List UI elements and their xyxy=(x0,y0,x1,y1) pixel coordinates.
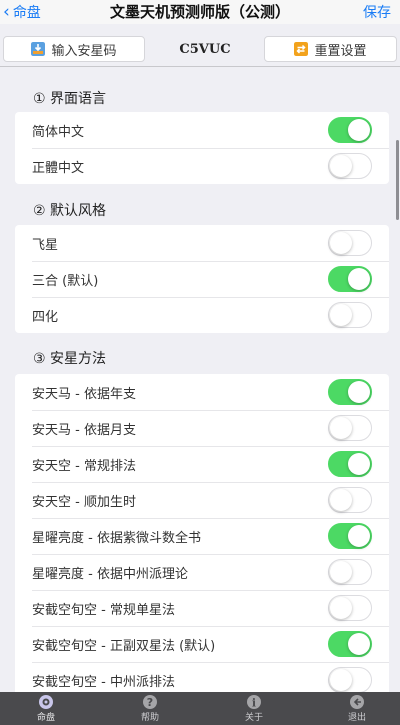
exit-icon xyxy=(350,695,364,709)
reset-settings-label: 重置设置 xyxy=(314,43,367,59)
setting-row[interactable]: 正體中文 xyxy=(15,148,389,184)
setting-row[interactable]: 星曜亮度 - 依据中州派理论 xyxy=(15,554,389,590)
toggle-switch[interactable] xyxy=(328,595,372,621)
toggle-switch[interactable] xyxy=(328,230,372,256)
tab-label: 帮助 xyxy=(140,713,159,723)
toggle-switch[interactable] xyxy=(328,451,372,477)
section-header-star-method: ③ 安星方法 xyxy=(33,351,107,367)
tab-label: 退出 xyxy=(347,713,366,723)
toggle-switch[interactable] xyxy=(328,631,372,657)
setting-row[interactable]: 安天空 - 顺加生时 xyxy=(15,482,389,518)
toggle-switch[interactable] xyxy=(328,117,372,143)
chart-icon xyxy=(39,695,53,709)
save-button[interactable]: 保存 xyxy=(363,2,400,22)
tab-exit[interactable]: 退出 xyxy=(333,692,381,725)
setting-label: 四化 xyxy=(32,309,59,325)
setting-row[interactable]: 三合 (默认) xyxy=(15,261,389,297)
scrollbar[interactable] xyxy=(396,140,399,220)
setting-row[interactable]: 安天空 - 常规排法 xyxy=(15,446,389,482)
setting-row[interactable]: 安截空旬空 - 正副双星法 (默认) xyxy=(15,626,389,662)
settings-list[interactable]: ① 界面语言 简体中文 正體中文 ② 默认风格 飞星 三合 (默认) 四化 ③ … xyxy=(0,68,400,692)
navigation-bar: ‹ 命盘 文墨天机预测师版（公测） 保存 xyxy=(0,0,400,24)
tab-help[interactable]: ? 帮助 xyxy=(126,692,174,725)
input-code-button[interactable]: 输入安星码 xyxy=(3,36,145,62)
toggle-switch[interactable] xyxy=(328,523,372,549)
tab-chart[interactable]: 命盘 xyxy=(22,692,70,725)
reset-settings-button[interactable]: 重置设置 xyxy=(264,36,397,62)
section-header-language: ① 界面语言 xyxy=(33,91,107,107)
chevron-left-icon: ‹ xyxy=(3,1,10,22)
setting-label: 简体中文 xyxy=(32,124,85,140)
setting-label: 三合 (默认) xyxy=(32,273,99,289)
setting-row[interactable]: 四化 xyxy=(15,297,389,333)
setting-row[interactable]: 安天马 - 依据年支 xyxy=(15,374,389,410)
setting-label: 飞星 xyxy=(32,237,59,253)
svg-text:?: ? xyxy=(147,696,153,709)
section-card-star-method: 安天马 - 依据年支 安天马 - 依据月支 安天空 - 常规排法 安天空 - 顺… xyxy=(15,374,389,692)
setting-label: 安天马 - 依据年支 xyxy=(32,386,136,402)
setting-row[interactable]: 飞星 xyxy=(15,225,389,261)
help-icon: ? xyxy=(143,695,157,709)
toggle-switch[interactable] xyxy=(328,415,372,441)
setting-label: 安截空旬空 - 常规单星法 xyxy=(32,602,175,618)
toggle-switch[interactable] xyxy=(328,266,372,292)
setting-label: 正體中文 xyxy=(32,160,85,176)
setting-row[interactable]: 星曜亮度 - 依据紫微斗数全书 xyxy=(15,518,389,554)
section-header-style: ② 默认风格 xyxy=(33,203,107,219)
section-card-style: 飞星 三合 (默认) 四化 xyxy=(15,225,389,333)
setting-label: 安天马 - 依据月支 xyxy=(32,422,136,438)
setting-label: 星曜亮度 - 依据紫微斗数全书 xyxy=(32,530,201,546)
setting-label: 星曜亮度 - 依据中州派理论 xyxy=(32,566,188,582)
code-bar: 输入安星码 C5VUC 重置设置 xyxy=(0,29,400,67)
setting-row[interactable]: 安截空旬空 - 常规单星法 xyxy=(15,590,389,626)
tab-label: 关于 xyxy=(244,713,263,723)
svg-text:i: i xyxy=(252,697,256,710)
toggle-switch[interactable] xyxy=(328,667,372,692)
reset-icon xyxy=(294,42,309,56)
setting-label: 安天空 - 顺加生时 xyxy=(32,494,136,510)
tab-about[interactable]: i 关于 xyxy=(230,692,278,725)
toggle-switch[interactable] xyxy=(328,153,372,179)
toggle-switch[interactable] xyxy=(328,379,372,405)
toggle-switch[interactable] xyxy=(328,302,372,328)
setting-label: 安截空旬空 - 中州派排法 xyxy=(32,674,175,690)
setting-label: 安截空旬空 - 正副双星法 (默认) xyxy=(32,638,216,654)
star-code: C5VUC xyxy=(179,42,231,57)
input-code-label: 输入安星码 xyxy=(51,43,117,59)
setting-row[interactable]: 安天马 - 依据月支 xyxy=(15,410,389,446)
section-card-language: 简体中文 正體中文 xyxy=(15,112,389,184)
setting-row[interactable]: 简体中文 xyxy=(15,112,389,148)
setting-row[interactable]: 安截空旬空 - 中州派排法 xyxy=(15,662,389,692)
back-button-label: 命盘 xyxy=(12,5,41,21)
back-button[interactable]: ‹ 命盘 xyxy=(0,0,41,24)
toggle-switch[interactable] xyxy=(328,487,372,513)
page-title: 文墨天机预测师版（公测） xyxy=(109,3,290,21)
toggle-switch[interactable] xyxy=(328,559,372,585)
info-icon: i xyxy=(247,695,261,710)
tab-bar: 命盘 ? 帮助 i 关于 退出 xyxy=(0,692,400,725)
download-icon xyxy=(31,42,46,56)
setting-label: 安天空 - 常规排法 xyxy=(32,458,136,474)
tab-label: 命盘 xyxy=(36,713,55,723)
